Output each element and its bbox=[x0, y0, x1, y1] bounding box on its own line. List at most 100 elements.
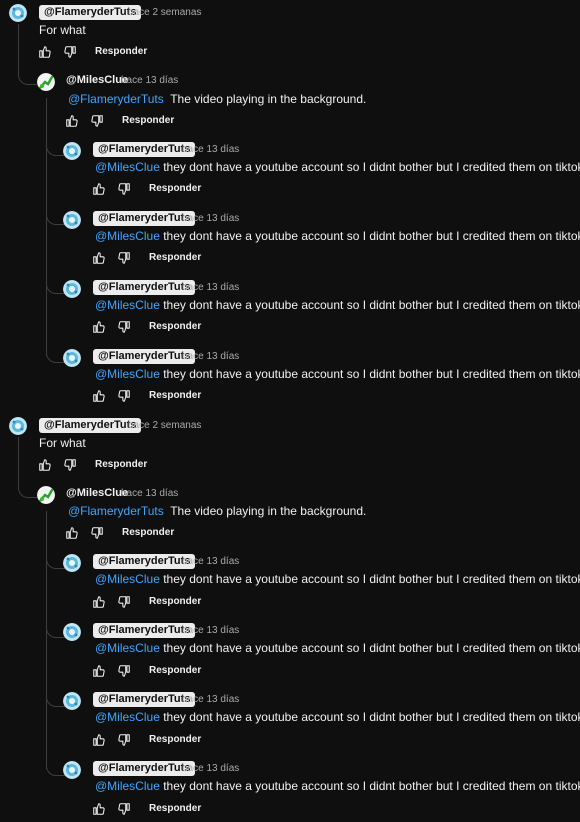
reply-button[interactable]: Responder bbox=[149, 182, 201, 196]
timestamp[interactable]: hace 13 días bbox=[182, 211, 239, 226]
avatar[interactable] bbox=[9, 4, 27, 22]
timestamp[interactable]: hace 13 días bbox=[182, 554, 239, 569]
reply-button[interactable]: Responder bbox=[149, 320, 201, 334]
mention-link[interactable]: @FlameryderTuts bbox=[68, 92, 164, 106]
author-name[interactable]: @MilesClue bbox=[66, 486, 128, 501]
mention-link[interactable]: @MilesClue bbox=[95, 298, 160, 312]
thread-connector bbox=[18, 72, 37, 85]
thread-line bbox=[18, 24, 19, 72]
like-icon[interactable] bbox=[65, 114, 79, 128]
timestamp[interactable]: hace 2 semanas bbox=[128, 5, 201, 20]
like-icon[interactable] bbox=[92, 595, 106, 609]
comment-text: @MilesClue they dont have a youtube acco… bbox=[95, 640, 580, 656]
avatar[interactable] bbox=[63, 554, 81, 572]
like-icon[interactable] bbox=[38, 45, 52, 59]
like-icon[interactable] bbox=[92, 802, 106, 816]
dislike-icon[interactable] bbox=[117, 802, 131, 816]
mention-link[interactable]: @FlameryderTuts bbox=[68, 504, 164, 518]
author-badge[interactable]: @FlameryderTuts bbox=[93, 211, 196, 226]
timestamp[interactable]: hace 13 días bbox=[182, 349, 239, 364]
dislike-icon[interactable] bbox=[63, 458, 77, 472]
dislike-icon[interactable] bbox=[117, 389, 131, 403]
like-icon[interactable] bbox=[92, 251, 106, 265]
reply-button[interactable]: Responder bbox=[122, 114, 174, 128]
mention-link[interactable]: @MilesClue bbox=[95, 160, 160, 174]
comment-text: @MilesClue they dont have a youtube acco… bbox=[95, 228, 580, 244]
thread-line bbox=[46, 98, 47, 356]
thread-line bbox=[18, 437, 19, 485]
timestamp[interactable]: hace 2 semanas bbox=[128, 418, 201, 433]
comment-text: @FlameryderTuts The video playing in the… bbox=[68, 503, 366, 519]
author-name[interactable]: @MilesClue bbox=[66, 73, 128, 88]
comment-text: For what bbox=[39, 436, 86, 450]
reply-button[interactable]: Responder bbox=[149, 251, 201, 265]
author-badge[interactable]: @FlameryderTuts bbox=[93, 280, 196, 295]
like-icon[interactable] bbox=[92, 320, 106, 334]
mention-link[interactable]: @MilesClue bbox=[95, 367, 160, 381]
avatar[interactable] bbox=[63, 692, 81, 710]
reply-body: they dont have a youtube account so I di… bbox=[163, 160, 580, 174]
like-icon[interactable] bbox=[38, 458, 52, 472]
dislike-icon[interactable] bbox=[117, 182, 131, 196]
like-icon[interactable] bbox=[92, 182, 106, 196]
dislike-icon[interactable] bbox=[117, 733, 131, 747]
dislike-icon[interactable] bbox=[117, 664, 131, 678]
author-badge[interactable]: @FlameryderTuts bbox=[93, 692, 196, 707]
mention-link[interactable]: @MilesClue bbox=[95, 229, 160, 243]
mention-link[interactable]: @MilesClue bbox=[95, 710, 160, 724]
dislike-icon[interactable] bbox=[63, 45, 77, 59]
author-badge[interactable]: @FlameryderTuts bbox=[93, 142, 196, 157]
avatar[interactable] bbox=[63, 623, 81, 641]
reply-body: The video playing in the background. bbox=[170, 92, 367, 106]
reply-button[interactable]: Responder bbox=[95, 45, 147, 59]
dislike-icon[interactable] bbox=[117, 320, 131, 334]
reply-button[interactable]: Responder bbox=[95, 458, 147, 472]
author-badge[interactable]: @FlameryderTuts bbox=[93, 623, 196, 638]
timestamp[interactable]: hace 13 días bbox=[182, 761, 239, 776]
comment-text: @MilesClue they dont have a youtube acco… bbox=[95, 709, 580, 725]
reply-body: they dont have a youtube account so I di… bbox=[163, 572, 580, 586]
reply-body: they dont have a youtube account so I di… bbox=[163, 367, 580, 381]
dislike-icon[interactable] bbox=[90, 114, 104, 128]
timestamp[interactable]: hace 13 días bbox=[182, 142, 239, 157]
avatar[interactable] bbox=[63, 211, 81, 229]
reply-body: they dont have a youtube account so I di… bbox=[163, 641, 580, 655]
reply-button[interactable]: Responder bbox=[149, 733, 201, 747]
avatar[interactable] bbox=[63, 349, 81, 367]
like-icon[interactable] bbox=[65, 526, 79, 540]
author-badge[interactable]: @FlameryderTuts bbox=[39, 418, 142, 433]
avatar[interactable] bbox=[63, 761, 81, 779]
timestamp[interactable]: hace 13 días bbox=[182, 280, 239, 295]
avatar[interactable] bbox=[63, 142, 81, 160]
avatar[interactable] bbox=[37, 73, 55, 91]
comment-text: @MilesClue they dont have a youtube acco… bbox=[95, 366, 580, 382]
like-icon[interactable] bbox=[92, 389, 106, 403]
reply-button[interactable]: Responder bbox=[149, 595, 201, 609]
reply-button[interactable]: Responder bbox=[149, 802, 201, 816]
comment-text: @MilesClue they dont have a youtube acco… bbox=[95, 159, 580, 175]
reply-button[interactable]: Responder bbox=[122, 526, 174, 540]
like-icon[interactable] bbox=[92, 664, 106, 678]
dislike-icon[interactable] bbox=[90, 526, 104, 540]
avatar[interactable] bbox=[63, 280, 81, 298]
like-icon[interactable] bbox=[92, 733, 106, 747]
comment-text: For what bbox=[39, 23, 86, 37]
avatar[interactable] bbox=[37, 486, 55, 504]
author-badge[interactable]: @FlameryderTuts bbox=[93, 349, 196, 364]
timestamp[interactable]: hace 13 días bbox=[182, 692, 239, 707]
timestamp[interactable]: hace 13 días bbox=[121, 73, 178, 88]
author-badge[interactable]: @FlameryderTuts bbox=[93, 554, 196, 569]
reply-button[interactable]: Responder bbox=[149, 389, 201, 403]
author-badge[interactable]: @FlameryderTuts bbox=[39, 5, 142, 20]
timestamp[interactable]: hace 13 días bbox=[121, 486, 178, 501]
mention-link[interactable]: @MilesClue bbox=[95, 641, 160, 655]
reply-button[interactable]: Responder bbox=[149, 664, 201, 678]
avatar[interactable] bbox=[9, 417, 27, 435]
mention-link[interactable]: @MilesClue bbox=[95, 572, 160, 586]
mention-link[interactable]: @MilesClue bbox=[95, 779, 160, 793]
author-badge[interactable]: @FlameryderTuts bbox=[93, 761, 196, 776]
dislike-icon[interactable] bbox=[117, 251, 131, 265]
timestamp[interactable]: hace 13 días bbox=[182, 623, 239, 638]
comment-text: @MilesClue they dont have a youtube acco… bbox=[95, 571, 580, 587]
dislike-icon[interactable] bbox=[117, 595, 131, 609]
